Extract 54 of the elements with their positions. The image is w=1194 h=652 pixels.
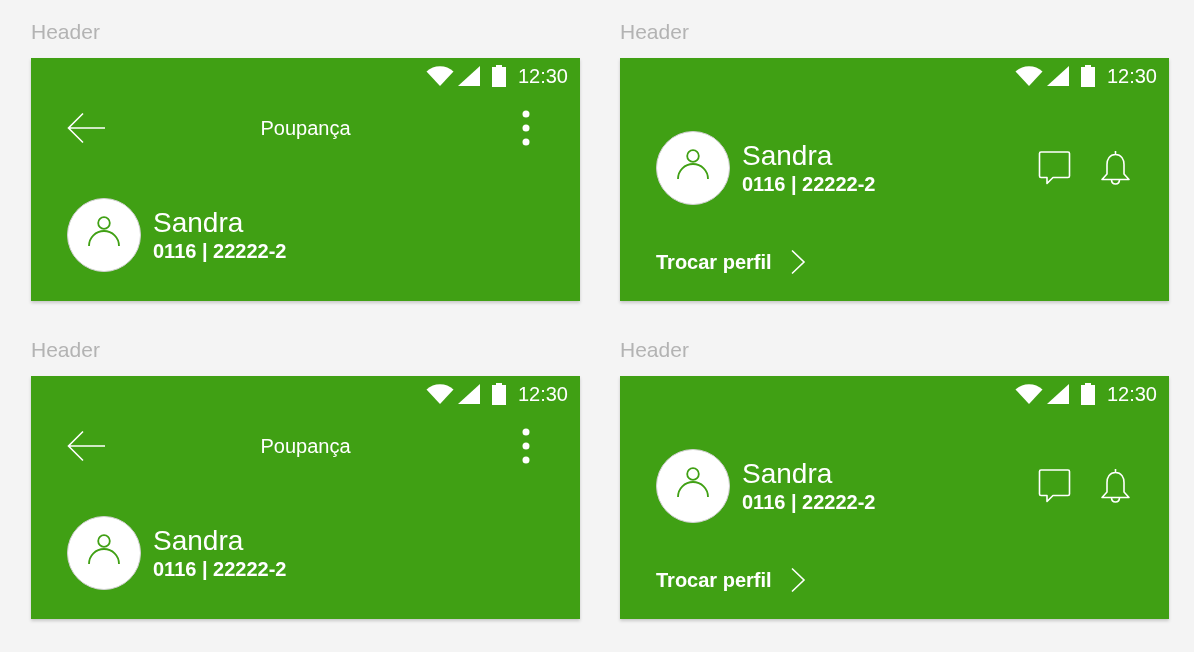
account-number: 0116 | 22222-2 — [153, 557, 287, 581]
chevron-right-icon — [789, 567, 806, 593]
messages-button[interactable] — [1038, 151, 1071, 185]
chevron-right-icon — [789, 249, 806, 275]
status-time: 12:30 — [1106, 64, 1157, 88]
screen-title: Poupança — [260, 434, 351, 458]
arrow-left-icon — [67, 112, 105, 144]
signal-icon — [457, 384, 480, 404]
battery-icon — [491, 65, 506, 87]
avatar-icon — [67, 516, 141, 590]
switch-profile-link[interactable]: Trocar perfil — [656, 567, 806, 593]
bell-icon — [1100, 149, 1131, 187]
signal-icon — [1046, 66, 1069, 86]
chat-bubble-icon — [1038, 469, 1071, 503]
wifi-icon — [1014, 384, 1043, 404]
section-label: Header — [31, 337, 101, 363]
back-button[interactable] — [67, 430, 105, 462]
switch-profile-link[interactable]: Trocar perfil — [656, 249, 806, 275]
battery-icon — [491, 383, 506, 405]
avatar-icon — [656, 131, 730, 205]
profile-name: Sandra — [153, 525, 245, 557]
status-time: 12:30 — [517, 64, 568, 88]
section-label: Header — [620, 19, 690, 45]
section-label: Header — [31, 19, 101, 45]
wifi-icon — [425, 384, 454, 404]
more-options-button[interactable] — [522, 428, 530, 464]
notifications-button[interactable] — [1100, 149, 1131, 187]
back-button[interactable] — [67, 112, 105, 144]
profile-name: Sandra — [153, 207, 245, 239]
signal-icon — [457, 66, 480, 86]
section-label: Header — [620, 337, 690, 363]
profile-name: Sandra — [742, 458, 834, 490]
signal-icon — [1046, 384, 1069, 404]
chat-bubble-icon — [1038, 151, 1071, 185]
bell-icon — [1100, 467, 1131, 505]
messages-button[interactable] — [1038, 469, 1071, 503]
wifi-icon — [425, 66, 454, 86]
account-number: 0116 | 22222-2 — [742, 172, 876, 196]
profile-name: Sandra — [742, 140, 834, 172]
wifi-icon — [1014, 66, 1043, 86]
avatar-icon — [67, 198, 141, 272]
status-time: 12:30 — [1106, 382, 1157, 406]
arrow-left-icon — [67, 430, 105, 462]
more-options-button[interactable] — [522, 110, 530, 146]
notifications-button[interactable] — [1100, 467, 1131, 505]
account-number: 0116 | 22222-2 — [153, 239, 287, 263]
battery-icon — [1080, 383, 1095, 405]
status-time: 12:30 — [517, 382, 568, 406]
kebab-menu-icon — [522, 428, 530, 464]
battery-icon — [1080, 65, 1095, 87]
avatar-icon — [656, 449, 730, 523]
screen-title: Poupança — [260, 116, 351, 140]
kebab-menu-icon — [522, 110, 530, 146]
account-number: 0116 | 22222-2 — [742, 490, 876, 514]
